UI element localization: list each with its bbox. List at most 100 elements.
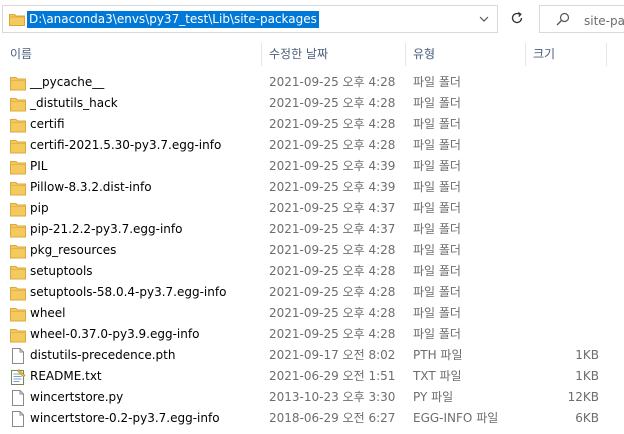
file-list-item[interactable]: certifi-2021.5.30-py3.7.egg-info 2021-09-…: [0, 135, 624, 156]
column-header-size[interactable]: 크기: [533, 43, 555, 66]
file-list-item[interactable]: setuptools 2021-09-25 오후 4:28 파일 폴더: [0, 261, 624, 282]
file-type: 파일 폴더: [413, 159, 461, 173]
file-date-modified: 2021-09-25 오후 4:39: [269, 180, 396, 194]
file-name: pkg_resources: [30, 243, 117, 257]
file-name: PIL: [30, 159, 48, 173]
folder-icon: [10, 201, 26, 217]
file-size: 1KB: [575, 348, 599, 362]
file-list-item[interactable]: PIL 2021-09-25 오후 4:39 파일 폴더: [0, 156, 624, 177]
folder-icon: [9, 12, 25, 29]
file-list-item[interactable]: README.txt 2021-06-29 오전 1:51 TXT 파일 1KB: [0, 366, 624, 387]
file-type: 파일 폴더: [413, 264, 461, 278]
column-divider[interactable]: [525, 43, 526, 66]
folder-icon: [10, 117, 26, 133]
file-type: 파일 폴더: [413, 201, 461, 215]
file-name: _distutils_hack: [30, 96, 118, 110]
file-date-modified: 2021-09-25 오후 4:28: [269, 243, 396, 257]
search-input[interactable]: site-packages 검색: [584, 12, 624, 29]
text-file-icon: [10, 369, 26, 385]
folder-icon: [10, 159, 26, 175]
file-name: wheel-0.37.0-py3.9.egg-info: [30, 327, 200, 341]
file-date-modified: 2021-09-25 오후 4:28: [269, 264, 396, 278]
folder-icon: [10, 222, 26, 238]
folder-icon: [10, 264, 26, 280]
file-type: PY 파일: [413, 390, 454, 404]
column-header-name[interactable]: 이름: [10, 43, 32, 66]
file-type: PTH 파일: [413, 348, 463, 362]
column-header-date[interactable]: 수정한 날짜: [269, 43, 328, 66]
file-list-item[interactable]: wheel-0.37.0-py3.9.egg-info 2021-09-25 오후…: [0, 324, 624, 345]
file-list-item[interactable]: _distutils_hack 2021-09-25 오후 4:28 파일 폴더: [0, 93, 624, 114]
folder-icon: [10, 243, 26, 259]
address-bar[interactable]: D:\anaconda3\envs\py37_test\Lib\site-pac…: [2, 5, 498, 33]
file-type: 파일 폴더: [413, 285, 461, 299]
file-name: pip: [30, 201, 49, 215]
refresh-button[interactable]: [503, 5, 531, 33]
folder-icon: [10, 306, 26, 322]
file-type: 파일 폴더: [413, 96, 461, 110]
file-list-item[interactable]: certifi 2021-09-25 오후 4:28 파일 폴더: [0, 114, 624, 135]
file-date-modified: 2018-06-29 오전 6:27: [269, 411, 396, 425]
file-list-item[interactable]: __pycache__ 2021-09-25 오후 4:28 파일 폴더: [0, 72, 624, 93]
folder-icon: [10, 180, 26, 196]
folder-icon: [10, 96, 26, 112]
file-name: wincertstore.py: [30, 390, 124, 404]
file-type: 파일 폴더: [413, 117, 461, 131]
file-type: 파일 폴더: [413, 180, 461, 194]
search-icon: [556, 12, 570, 29]
column-divider[interactable]: [606, 43, 607, 66]
file-size: 12KB: [567, 390, 599, 404]
file-list-item[interactable]: pip 2021-09-25 오후 4:37 파일 폴더: [0, 198, 624, 219]
folder-icon: [10, 138, 26, 154]
file-name: __pycache__: [30, 75, 105, 89]
file-date-modified: 2021-06-29 오전 1:51: [269, 369, 396, 383]
file-type: 파일 폴더: [413, 306, 461, 320]
folder-icon: [10, 75, 26, 91]
file-size: 1KB: [575, 369, 599, 383]
file-type: 파일 폴더: [413, 243, 461, 257]
file-date-modified: 2021-09-25 오후 4:39: [269, 159, 396, 173]
file-date-modified: 2021-09-25 오후 4:28: [269, 285, 396, 299]
file-icon: [10, 411, 26, 427]
column-header-row: 이름 수정한 날짜 유형 크기: [0, 43, 624, 66]
file-name: Pillow-8.3.2.dist-info: [30, 180, 152, 194]
file-type: 파일 폴더: [413, 75, 461, 89]
file-name: distutils-precedence.pth: [30, 348, 176, 362]
column-header-type[interactable]: 유형: [413, 43, 435, 66]
file-type: TXT 파일: [413, 369, 462, 383]
file-list-item[interactable]: wincertstore-0.2-py3.7.egg-info 2018-06-2…: [0, 408, 624, 429]
file-date-modified: 2021-09-25 오후 4:28: [269, 306, 396, 320]
column-divider[interactable]: [261, 43, 262, 66]
file-date-modified: 2021-09-25 오후 4:28: [269, 327, 396, 341]
file-list: __pycache__ 2021-09-25 오후 4:28 파일 폴더 _distu…: [0, 72, 624, 429]
folder-icon: [10, 327, 26, 343]
file-list-item[interactable]: Pillow-8.3.2.dist-info 2021-09-25 오후 4:39…: [0, 177, 624, 198]
file-list-item[interactable]: pip-21.2.2-py3.7.egg-info 2021-09-25 오후 4…: [0, 219, 624, 240]
file-name: pip-21.2.2-py3.7.egg-info: [30, 222, 183, 236]
file-list-item[interactable]: wheel 2021-09-25 오후 4:28 파일 폴더: [0, 303, 624, 324]
file-date-modified: 2021-09-25 오후 4:28: [269, 138, 396, 152]
file-name: setuptools-58.0.4-py3.7.egg-info: [30, 285, 227, 299]
address-path[interactable]: D:\anaconda3\envs\py37_test\Lib\site-pac…: [27, 11, 319, 28]
file-type: 파일 폴더: [413, 138, 461, 152]
file-name: wincertstore-0.2-py3.7.egg-info: [30, 411, 220, 425]
file-list-item[interactable]: distutils-precedence.pth 2021-09-17 오전 8:…: [0, 345, 624, 366]
file-list-item[interactable]: pkg_resources 2021-09-25 오후 4:28 파일 폴더: [0, 240, 624, 261]
file-name: certifi-2021.5.30-py3.7.egg-info: [30, 138, 222, 152]
file-icon: [10, 390, 26, 406]
file-list-item[interactable]: wincertstore.py 2013-10-23 오후 3:30 PY 파일 12…: [0, 387, 624, 408]
file-date-modified: 2021-09-17 오전 8:02: [269, 348, 396, 362]
column-divider[interactable]: [405, 43, 406, 66]
file-date-modified: 2021-09-25 오후 4:28: [269, 117, 396, 131]
file-date-modified: 2021-09-25 오후 4:37: [269, 222, 396, 236]
file-date-modified: 2021-09-25 오후 4:28: [269, 75, 396, 89]
file-date-modified: 2013-10-23 오후 3:30: [269, 390, 396, 404]
file-list-item[interactable]: setuptools-58.0.4-py3.7.egg-info 2021-09-…: [0, 282, 624, 303]
search-box[interactable]: site-packages 검색: [539, 5, 624, 33]
file-icon: [10, 348, 26, 364]
file-name: setuptools: [30, 264, 93, 278]
file-type: 파일 폴더: [413, 327, 461, 341]
file-type: EGG-INFO 파일: [413, 411, 499, 425]
folder-icon: [10, 285, 26, 301]
chevron-down-icon[interactable]: [479, 13, 489, 27]
